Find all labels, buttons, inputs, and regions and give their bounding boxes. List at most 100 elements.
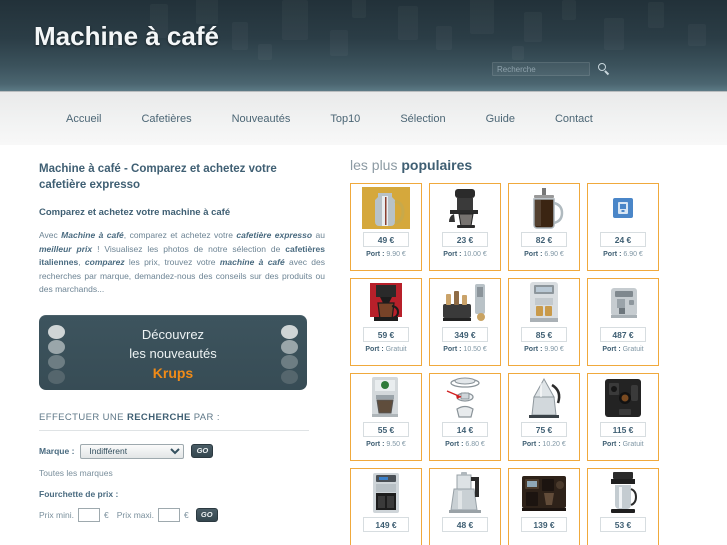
thermal-carafe-icon <box>594 472 652 514</box>
shipping-value: 6.90 € <box>542 251 564 258</box>
intro-b5: comparez <box>84 257 125 267</box>
promo-line-2: les nouveautés <box>129 345 217 361</box>
shipping-value: 9.90 € <box>384 251 406 258</box>
product-card[interactable]: 24 € Port : 6.90 € <box>587 183 659 271</box>
shipping-value: 10.00 € <box>461 251 487 258</box>
product-card[interactable]: 48 € <box>429 468 501 545</box>
shipping-value: 10.20 € <box>540 441 566 448</box>
product-price: 55 € <box>363 422 409 437</box>
all-brands-link[interactable]: Toutes les marques <box>39 468 309 478</box>
brand-select[interactable]: Indifférent <box>80 443 185 459</box>
product-card[interactable]: 53 € <box>587 468 659 545</box>
product-card[interactable]: 115 € Port : Gratuit <box>587 373 659 461</box>
drip-coffee-maker-icon <box>436 187 494 229</box>
product-price: 115 € <box>600 422 646 437</box>
intro-t3: au <box>312 230 325 240</box>
popular-section-title: les plus populaires <box>350 157 720 173</box>
nav-item-nouveautes[interactable]: Nouveautés <box>232 113 291 125</box>
product-card[interactable]: 49 € Port : 9.90 € <box>350 183 422 271</box>
filter-machine-icon <box>357 377 415 419</box>
nav-item-accueil[interactable]: Accueil <box>66 113 101 125</box>
shipping-label: Port : <box>602 441 621 448</box>
product-card[interactable]: 487 € Port : Gratuit <box>587 278 659 366</box>
coffee-set-icon <box>436 282 494 324</box>
product-shipping: Port : Gratuit <box>602 441 643 448</box>
currency-max: € <box>184 509 189 520</box>
product-card[interactable]: 349 € Port : 10.50 € <box>429 278 501 366</box>
product-card[interactable]: 23 € Port : 10.00 € <box>429 183 501 271</box>
french-press-icon <box>515 187 573 229</box>
popular-title-strong: populaires <box>401 157 473 173</box>
product-card[interactable]: 55 € Port : 9.50 € <box>350 373 422 461</box>
nav-item-top10[interactable]: Top10 <box>330 113 360 125</box>
product-shipping: Port : 9.90 € <box>524 346 564 353</box>
nav-item-contact[interactable]: Contact <box>555 113 593 125</box>
product-shipping: Port : 6.90 € <box>603 251 643 258</box>
site-title: Machine à café <box>34 21 219 51</box>
shipping-label: Port : <box>443 346 462 353</box>
product-price: 487 € <box>600 327 646 342</box>
bean-to-cup-icon <box>357 472 415 514</box>
product-price: 75 € <box>521 422 567 437</box>
search-icon[interactable] <box>597 62 611 76</box>
header-search <box>492 62 611 76</box>
nav-item-cafetieres[interactable]: Cafetières <box>141 113 191 125</box>
shipping-label: Port : <box>603 251 622 258</box>
moka-pot-icon <box>515 377 573 419</box>
black-espresso-icon <box>594 377 652 419</box>
alu-moka-icon <box>436 472 494 514</box>
nav-item-guide[interactable]: Guide <box>486 113 515 125</box>
product-card[interactable]: 59 € Port : Gratuit <box>350 278 422 366</box>
product-card[interactable]: 85 € Port : 9.90 € <box>508 278 580 366</box>
intro-t2: , comparez et achetez votre <box>123 230 237 240</box>
product-shipping: Port : 10.50 € <box>443 346 487 353</box>
product-price: 48 € <box>442 517 488 532</box>
intro-t6: les prix, trouvez votre <box>124 257 220 267</box>
shipping-label: Port : <box>366 441 385 448</box>
product-card[interactable]: 14 € Port : 6.80 € <box>429 373 501 461</box>
shipping-value: Gratuit <box>620 346 644 353</box>
product-card[interactable]: 75 € Port : 10.20 € <box>508 373 580 461</box>
intro-b2: cafetière expresso <box>236 230 313 240</box>
promo-banner-krups[interactable]: Découvrez les nouveautés Krups <box>39 314 307 390</box>
content-area: Machine à café - Comparez et achetez vot… <box>0 145 727 545</box>
espresso-machine-icon <box>594 282 652 324</box>
search-filter-block: EFFECTUER UNE RECHERCHE PAR : Marque : I… <box>39 412 309 522</box>
price-max-input[interactable] <box>158 507 180 522</box>
product-shipping: Port : Gratuit <box>602 346 643 353</box>
heading-pre: EFFECTUER UNE <box>39 411 127 423</box>
heading-post: PAR : <box>190 411 220 423</box>
brand-go-button[interactable]: GO <box>191 444 214 458</box>
product-price: 53 € <box>600 517 646 532</box>
nav-item-selection[interactable]: Sélection <box>400 113 445 125</box>
missing-image-icon <box>594 187 652 229</box>
search-filter-heading: EFFECTUER UNE RECHERCHE PAR : <box>39 412 309 431</box>
product-price: 149 € <box>363 517 409 532</box>
product-price: 24 € <box>600 232 646 247</box>
intro-t4: ! Visualisez les photos de notre sélecti… <box>92 243 286 254</box>
shipping-label: Port : <box>524 346 543 353</box>
intro-b3: meilleur prix <box>39 243 93 254</box>
product-price: 85 € <box>521 327 567 342</box>
product-shipping: Port : Gratuit <box>365 346 406 353</box>
pod-machine-icon <box>515 282 573 324</box>
page-root: Machine à café Accueil Cafetières Nouvea… <box>0 0 727 545</box>
search-input[interactable] <box>492 62 590 76</box>
combo-machine-icon <box>515 472 573 514</box>
product-shipping: Port : 6.90 € <box>524 251 564 258</box>
price-max-label: Prix maxi. <box>116 509 154 520</box>
product-card[interactable]: 82 € Port : 6.90 € <box>508 183 580 271</box>
price-min-input[interactable] <box>77 507 100 522</box>
shipping-value: Gratuit <box>383 346 407 353</box>
shipping-label: Port : <box>445 441 464 448</box>
product-price: 349 € <box>442 327 488 342</box>
left-column: Machine à café - Comparez et achetez vot… <box>10 145 335 531</box>
product-shipping: Port : 6.80 € <box>445 441 485 448</box>
price-go-button[interactable]: GO <box>195 507 218 522</box>
product-card[interactable]: 139 € <box>508 468 580 545</box>
shipping-label: Port : <box>522 441 541 448</box>
shipping-value: 6.90 € <box>621 251 643 258</box>
shipping-value: 9.90 € <box>542 346 564 353</box>
product-card[interactable]: 149 € <box>350 468 422 545</box>
product-price: 59 € <box>363 327 409 342</box>
